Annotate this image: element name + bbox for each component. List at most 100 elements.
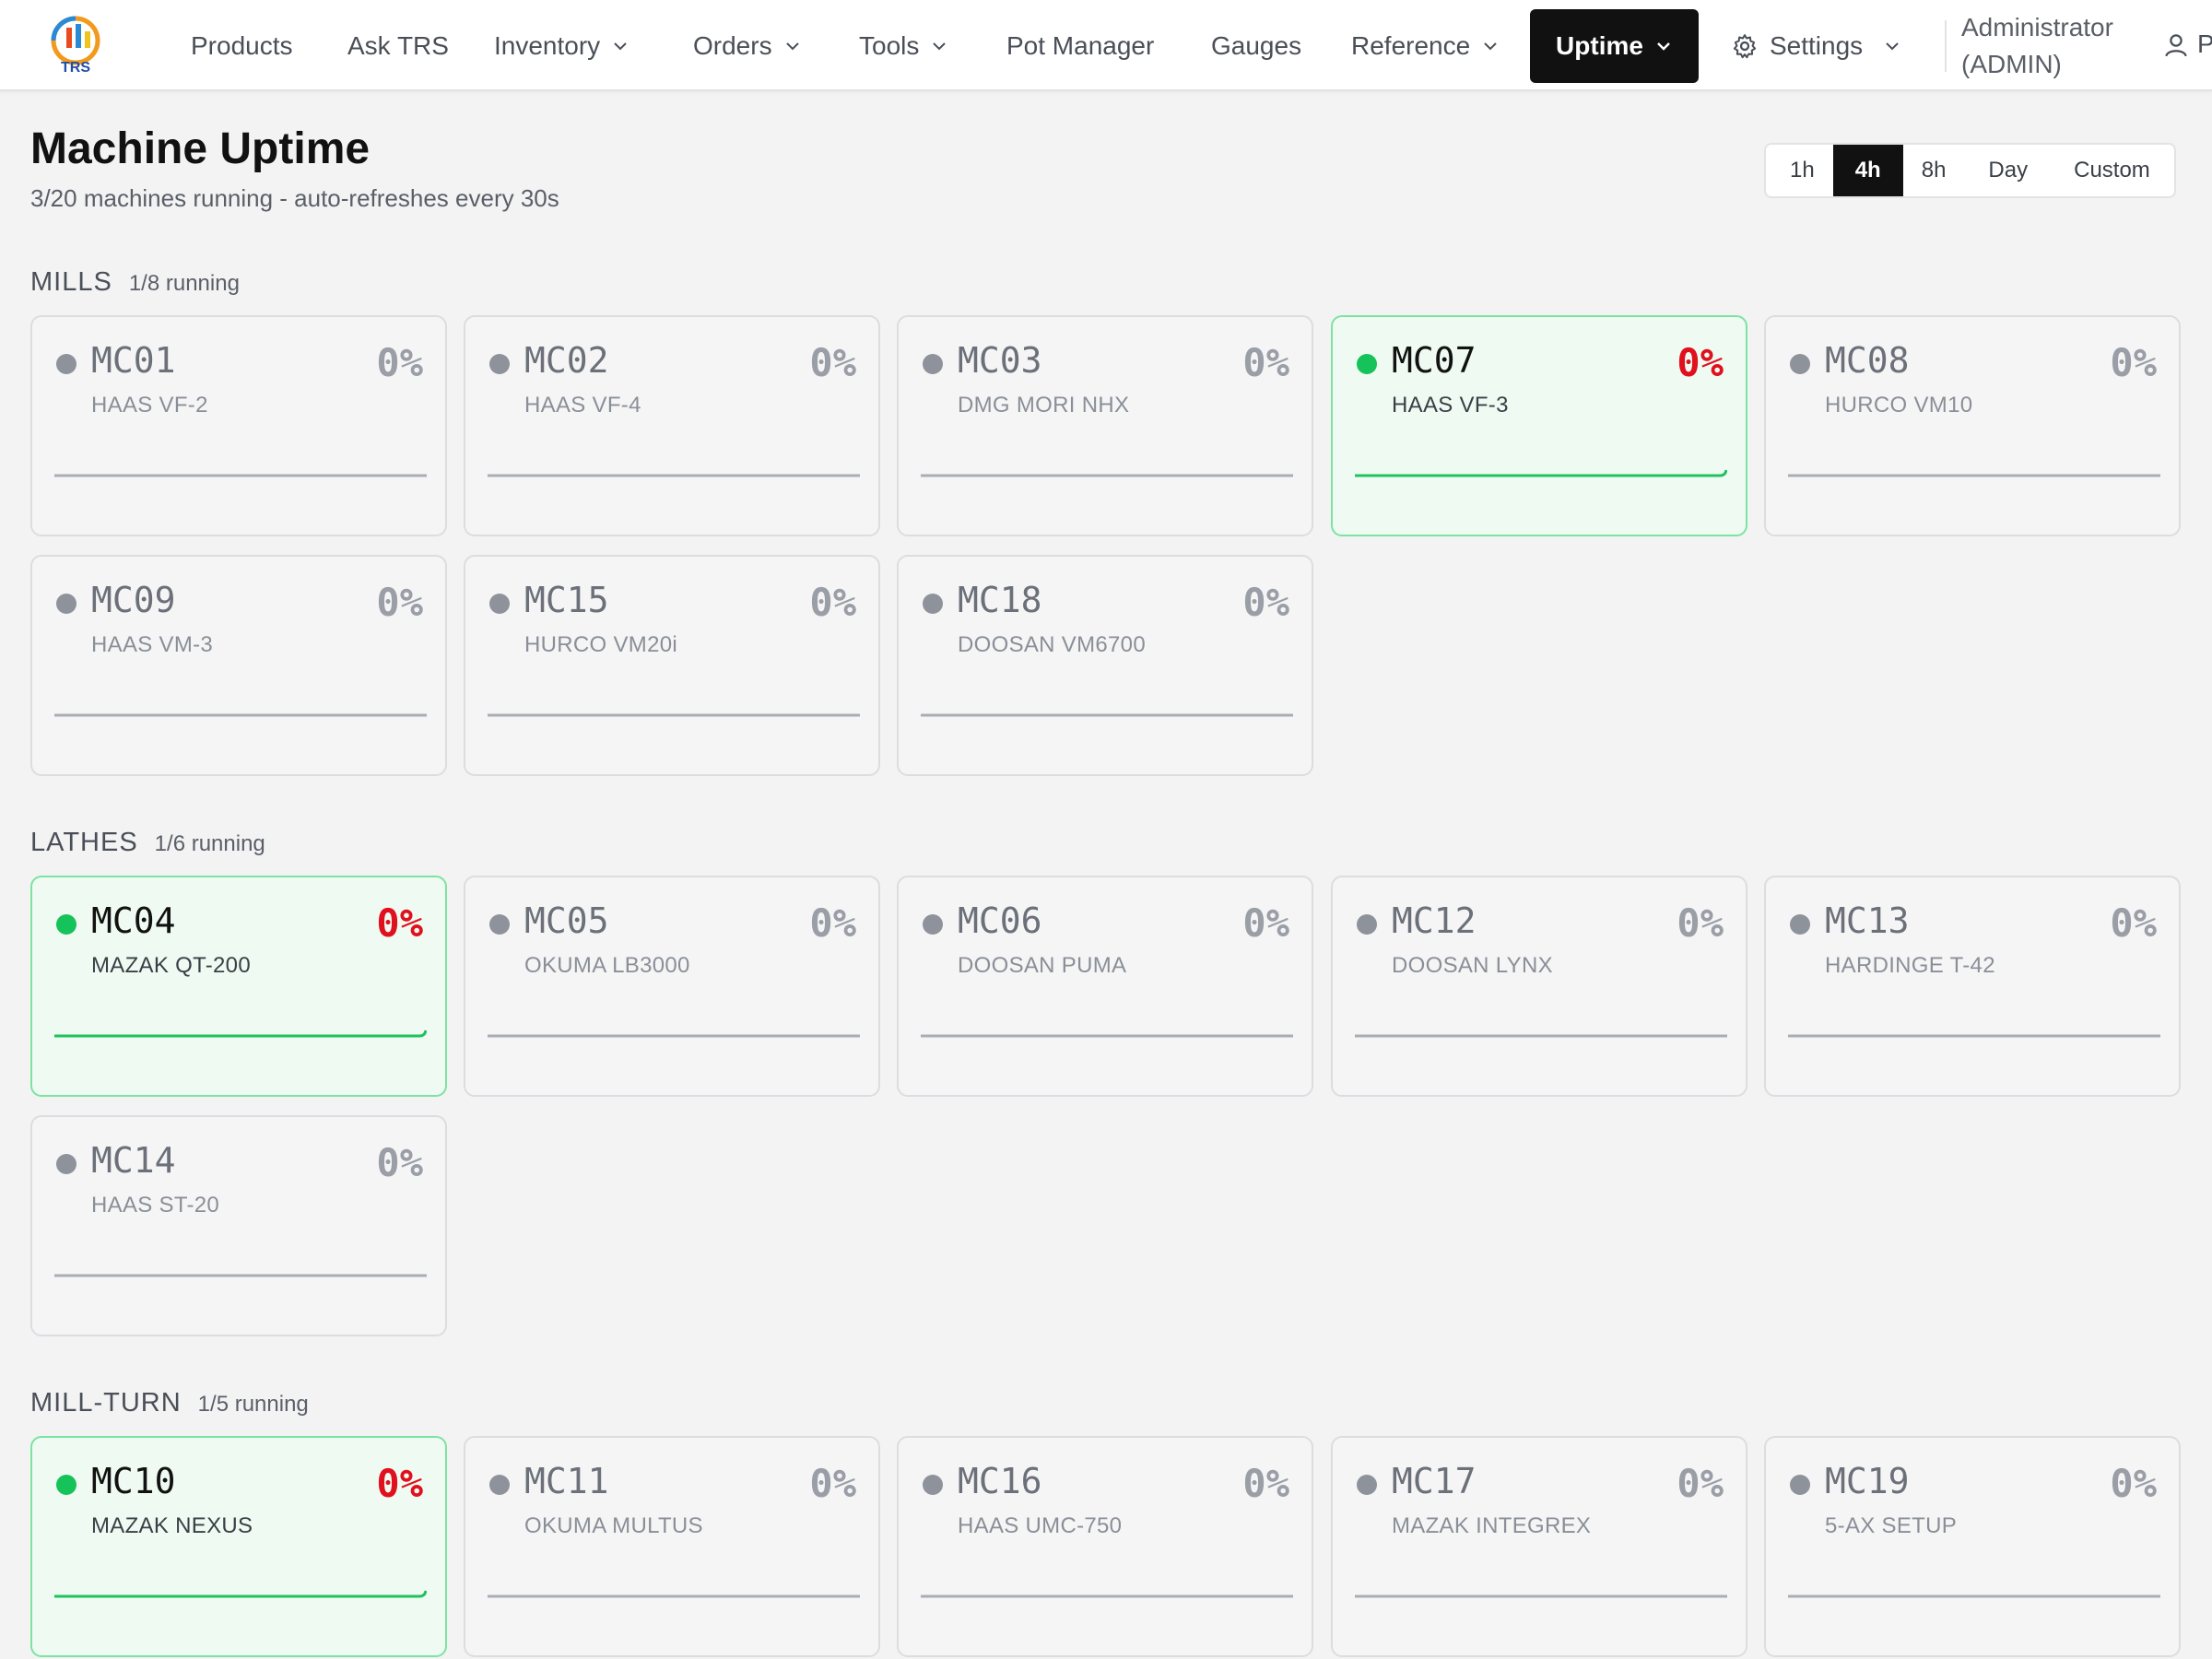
machine-card[interactable]: MC06 0% DOOSAN PUMA	[897, 876, 1313, 1097]
range-custom-button[interactable]: Custom	[2052, 145, 2169, 196]
chevron-down-icon	[614, 42, 627, 51]
machine-card[interactable]: MC08 0% HURCO VM10	[1764, 315, 2181, 536]
user-icon[interactable]	[2162, 31, 2190, 59]
svg-text:TRS: TRS	[61, 60, 90, 76]
status-dot-icon	[489, 1475, 510, 1495]
machine-card[interactable]: MC17 0% MAZAK INTEGREX	[1331, 1436, 1747, 1657]
uptime-percent: 0%	[1677, 340, 1724, 385]
machine-id: MC04	[91, 900, 176, 941]
machine-card[interactable]: MC04 0% MAZAK QT-200	[30, 876, 447, 1097]
nav-label: Ask TRS	[347, 31, 449, 60]
section-name: MILLS	[30, 267, 112, 297]
user-info[interactable]: Administrator (ADMIN)	[1961, 9, 2113, 83]
machine-model: HARDINGE T-42	[1825, 953, 1995, 978]
machine-card[interactable]: MC07 0% HAAS VF-3	[1331, 315, 1747, 536]
uptime-percent: 0%	[809, 900, 856, 946]
machine-card[interactable]: MC19 0% 5-AX SETUP	[1764, 1436, 2181, 1657]
user-name: Administrator	[1961, 13, 2113, 41]
trs-logo[interactable]: TRS	[29, 13, 122, 77]
machine-card[interactable]: MC12 0% DOOSAN LYNX	[1331, 876, 1747, 1097]
section-name: MILL-TURN	[30, 1388, 182, 1418]
status-dot-icon	[923, 594, 943, 614]
nav-label: Reference	[1351, 31, 1471, 60]
machine-card[interactable]: MC01 0% HAAS VF-2	[30, 315, 447, 536]
status-dot-icon	[56, 1475, 76, 1495]
machine-id: MC11	[524, 1461, 609, 1501]
machine-card[interactable]: MC16 0% HAAS UMC-750	[897, 1436, 1313, 1657]
machine-model: OKUMA MULTUS	[524, 1513, 703, 1538]
uptime-percent: 0%	[376, 900, 423, 946]
nav-ask-trs[interactable]: Ask TRS	[347, 9, 449, 83]
status-dot-icon	[489, 594, 510, 614]
machine-card[interactable]: MC02 0% HAAS VF-4	[464, 315, 880, 536]
nav-orders[interactable]: Orders	[693, 9, 802, 83]
machine-card[interactable]: MC09 0% HAAS VM-3	[30, 555, 447, 776]
status-dot-icon	[1357, 914, 1377, 935]
machine-id: MC03	[958, 340, 1042, 381]
uptime-sparkline	[1355, 469, 1727, 477]
machine-card[interactable]: MC03 0% DMG MORI NHX	[897, 315, 1313, 536]
uptime-percent: 0%	[2110, 1461, 2157, 1506]
uptime-percent: 0%	[2110, 900, 2157, 946]
nav-tools[interactable]: Tools	[859, 9, 948, 83]
machine-card[interactable]: MC10 0% MAZAK NEXUS	[30, 1436, 447, 1657]
uptime-sparkline	[488, 713, 860, 717]
machine-id: MC17	[1392, 1461, 1477, 1501]
machine-card[interactable]: MC05 0% OKUMA LB3000	[464, 876, 880, 1097]
chevron-down-icon	[785, 42, 799, 51]
status-dot-icon	[56, 914, 76, 935]
nav-overflow-item[interactable]: P	[2197, 29, 2212, 59]
status-dot-icon	[923, 914, 943, 935]
uptime-sparkline	[1788, 474, 2160, 477]
machine-model: HAAS ST-20	[91, 1193, 220, 1218]
range-day-button[interactable]: Day	[1964, 145, 2052, 196]
uptime-percent: 0%	[1242, 580, 1289, 625]
section-header: LATHES 1/6 running	[30, 828, 265, 858]
machine-id: MC14	[91, 1140, 176, 1181]
top-nav: TRS Products Ask TRS Inventory Orders To…	[0, 0, 2212, 91]
machine-card[interactable]: MC11 0% OKUMA MULTUS	[464, 1436, 880, 1657]
status-dot-icon	[489, 354, 510, 374]
nav-products[interactable]: Products	[191, 9, 293, 83]
machine-card[interactable]: MC13 0% HARDINGE T-42	[1764, 876, 2181, 1097]
uptime-percent: 0%	[809, 340, 856, 385]
uptime-percent: 0%	[376, 1140, 423, 1185]
range-4h-button[interactable]: 4h	[1832, 145, 1903, 196]
machine-card[interactable]: MC15 0% HURCO VM20i	[464, 555, 880, 776]
range-8h-button[interactable]: 8h	[1903, 145, 1965, 196]
machine-model: HAAS UMC-750	[958, 1513, 1123, 1538]
machine-model: MAZAK NEXUS	[91, 1513, 253, 1538]
uptime-percent: 0%	[1677, 1461, 1724, 1506]
range-1h-button[interactable]: 1h	[1771, 145, 1833, 196]
uptime-percent: 0%	[809, 580, 856, 625]
machine-id: MC15	[524, 580, 609, 620]
nav-reference[interactable]: Reference	[1351, 9, 1500, 83]
page-title: Machine Uptime	[30, 124, 371, 173]
machine-model: HAAS VF-3	[1392, 393, 1509, 418]
chevron-down-icon	[1484, 42, 1497, 51]
machine-id: MC13	[1825, 900, 1910, 941]
time-range-selector: 1h 4h 8h Day Custom	[1764, 143, 2176, 198]
machine-id: MC05	[524, 900, 609, 941]
nav-divider	[1945, 20, 1947, 72]
gear-icon	[1733, 34, 1757, 59]
uptime-percent: 0%	[376, 580, 423, 625]
nav-pot-manager[interactable]: Pot Manager	[1006, 9, 1154, 83]
nav-uptime[interactable]: Uptime	[1530, 9, 1699, 83]
status-dot-icon	[923, 1475, 943, 1495]
nav-gauges[interactable]: Gauges	[1211, 9, 1301, 83]
machine-model: DMG MORI NHX	[958, 393, 1130, 418]
uptime-sparkline	[488, 474, 860, 477]
nav-label: Inventory	[494, 31, 601, 60]
machine-id: MC06	[958, 900, 1042, 941]
machine-card[interactable]: MC18 0% DOOSAN VM6700	[897, 555, 1313, 776]
nav-label: Pot Manager	[1006, 31, 1155, 60]
nav-settings[interactable]: Settings	[1731, 9, 1901, 83]
nav-label: Products	[191, 31, 293, 60]
nav-label: Orders	[693, 31, 772, 60]
machine-id: MC19	[1825, 1461, 1910, 1501]
machine-model: HAAS VF-4	[524, 393, 641, 418]
machine-card[interactable]: MC14 0% HAAS ST-20	[30, 1115, 447, 1336]
nav-label: Tools	[859, 31, 920, 60]
nav-inventory[interactable]: Inventory	[494, 9, 629, 83]
